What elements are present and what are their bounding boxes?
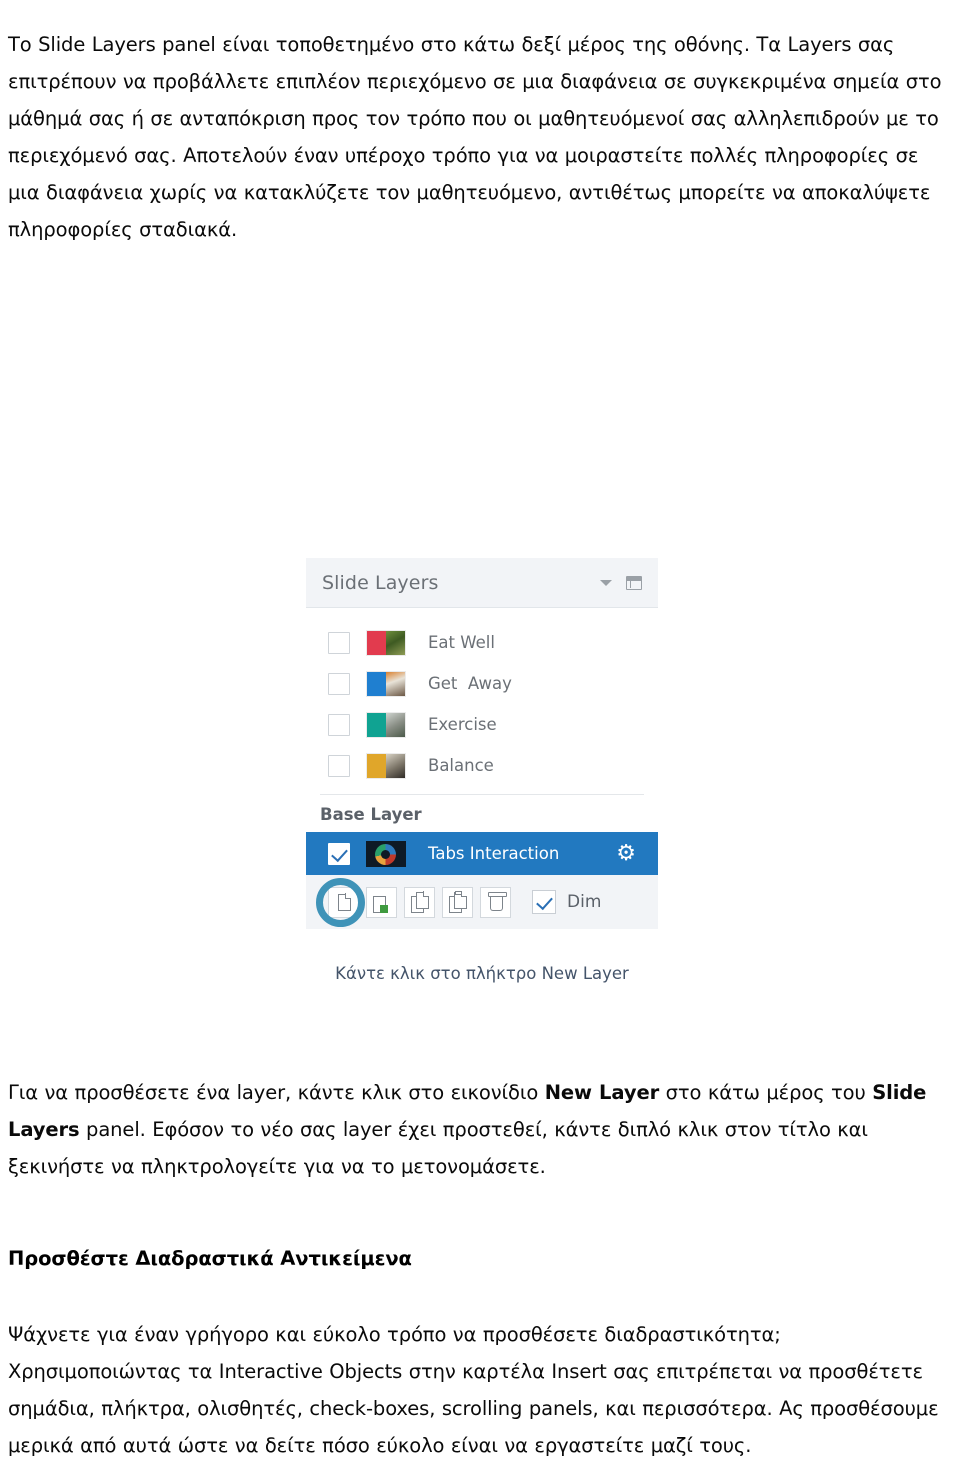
panel-body: Eat Well Get Away Exercise Balance Base … [306,608,658,929]
dim-label: Dim [567,892,602,912]
new-page-icon [338,893,351,911]
panel-header-icons [600,575,646,590]
panel-toolbar: Dim [306,875,658,929]
figure-caption: Κάντε κλικ στο πλήκτρο New Layer [335,964,629,983]
delete-layer-button[interactable] [480,886,511,918]
layer-row[interactable]: Get Away [306,663,658,704]
copy-icon [416,891,429,909]
panel-header: Slide Layers [306,558,658,608]
new-layer-button[interactable] [328,886,359,918]
copy-layer-button[interactable] [404,886,435,918]
base-layer-name: Tabs Interaction [428,844,560,863]
layer-name: Get Away [428,674,512,693]
layer-thumbnail [366,670,406,697]
base-layer-row[interactable]: Tabs Interaction ⚙ [306,832,658,875]
add-layer-bold-new-layer: New Layer [544,1080,660,1104]
add-layer-text-2: στο κάτω μέρος του [659,1080,873,1104]
add-layer-text-3: panel. Εφόσον το νέο σας layer έχει προσ… [8,1117,868,1178]
trash-icon [488,891,507,911]
dim-checkbox[interactable] [532,890,556,914]
layer-visibility-checkbox[interactable] [328,713,350,736]
layer-row[interactable]: Eat Well [306,622,658,663]
layer-thumbnail [366,711,406,738]
base-layer-visibility-checkbox[interactable] [328,842,350,865]
add-layer-text-1: Για να προσθέσετε ένα layer, κάντε κλικ … [8,1080,545,1104]
gear-icon[interactable]: ⚙ [616,842,636,865]
layer-visibility-checkbox[interactable] [328,672,350,695]
paragraph-interactive-objects: Ψάχνετε για έναν γρήγορο και εύκολο τρόπ… [8,1322,939,1457]
slide-layers-panel-figure: Slide Layers Eat Well Get Away Exercise … [306,558,658,940]
layer-thumbnail [366,629,406,656]
layer-visibility-checkbox[interactable] [328,631,350,654]
layer-row[interactable]: Exercise [306,704,658,745]
dim-toggle[interactable]: Dim [532,890,601,914]
edit-badge-icon [380,904,388,913]
document-page: Το Slide Layers panel είναι τοποθετημένο… [0,0,960,1457]
base-layer-label: Base Layer [320,805,422,824]
base-layer-thumbnail [366,840,406,867]
clipboard-clip-icon [455,890,462,895]
layer-row[interactable]: Balance [306,745,658,786]
layer-visibility-checkbox[interactable] [328,754,350,777]
edit-layer-button[interactable] [366,886,397,918]
panel-title: Slide Layers [322,571,439,594]
heading-interactive-objects: Προσθέστε Διαδραστικά Αντικείμενα [8,1247,412,1271]
panel-window-icon[interactable] [626,575,642,590]
layer-name: Eat Well [428,633,495,652]
paragraph-intro: Το Slide Layers panel είναι τοποθετημένο… [8,32,942,241]
layer-name: Balance [428,756,494,775]
layer-thumbnail [366,752,406,779]
chevron-down-icon[interactable] [600,579,612,586]
layer-name: Exercise [428,715,497,734]
paste-layer-button[interactable] [442,886,473,918]
paragraph-add-layer: Για να προσθέσετε ένα layer, κάντε κλικ … [8,1074,952,1185]
